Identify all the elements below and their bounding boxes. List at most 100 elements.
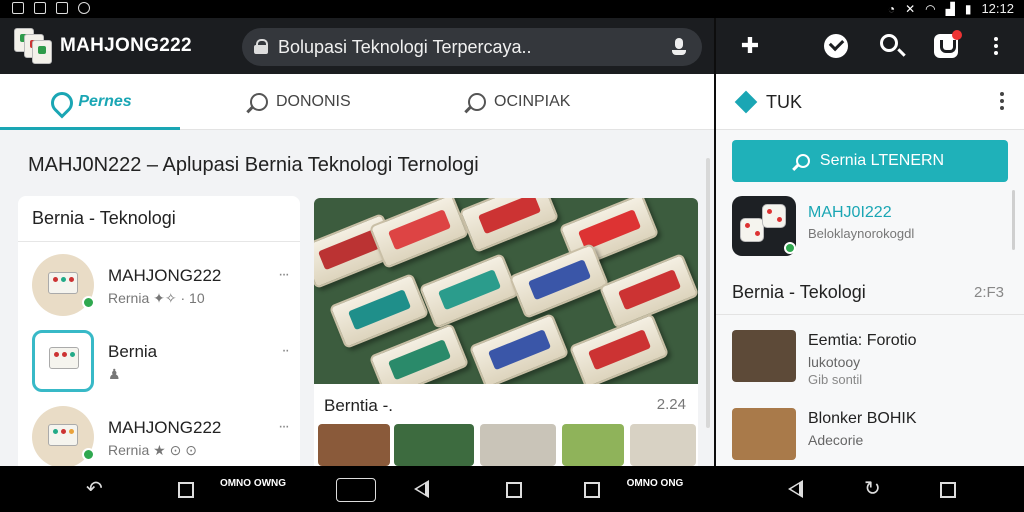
search-icon <box>468 93 486 111</box>
url-bar[interactable]: Bolupasi Teknologi Terpercaya.. <box>242 28 702 66</box>
thumbnail[interactable] <box>394 424 474 466</box>
more-options-icon[interactable]: ··· <box>278 266 290 284</box>
featured-mahjong-image[interactable] <box>314 198 698 384</box>
search-icon[interactable] <box>880 34 898 52</box>
online-badge <box>82 296 95 309</box>
recents-icon[interactable] <box>584 482 600 498</box>
back-icon[interactable] <box>788 480 804 498</box>
item-subtitle: Adecorie <box>808 432 864 448</box>
item-meta: Rernia ✦✧ · 10 <box>108 290 205 306</box>
scrollbar[interactable] <box>1012 190 1015 250</box>
verified-icon[interactable] <box>824 34 848 58</box>
status-bar: ◔ ✕ ◠ ▟ ▮ 12:12 <box>0 0 1024 18</box>
primary-action-button[interactable]: Sernia LTENERN <box>732 140 1008 182</box>
featured-caption: Berntia -. <box>324 396 393 415</box>
location-icon <box>48 92 70 112</box>
scrollbar[interactable] <box>706 158 710 428</box>
featured-caption-bar: Berntia -. 2.24 <box>314 384 698 424</box>
tab-label: OCINPIAK <box>494 93 571 110</box>
list-card: Bernia - Teknologi MAHJONG222 Rernia ✦✧ … <box>18 196 300 466</box>
tab-strip: Pernes DONONIS OCINPIAK <box>0 74 714 130</box>
tab-dononis[interactable]: DONONIS <box>250 74 351 130</box>
tab-label: Pernes <box>78 93 132 110</box>
more-options-icon[interactable] <box>1000 92 1004 110</box>
thumbnail[interactable] <box>562 424 624 466</box>
gallery-notification-icon <box>34 2 46 14</box>
photo-notification-icon <box>56 2 68 14</box>
screen: ◔ ✕ ◠ ▟ ▮ 12:12 MAHJONG222 Bolupasi Tekn… <box>0 0 1024 512</box>
home-gesture-icon[interactable]: ↻ <box>864 479 886 499</box>
notification-bag-icon[interactable] <box>934 30 962 58</box>
side-header-title: TUK <box>766 92 802 112</box>
side-pane: ✚ TUK Sernia LTENERN MAHJ0I222 Beloklayn… <box>716 18 1024 466</box>
url-text[interactable]: Bolupasi Teknologi Terpercaya.. <box>278 37 532 58</box>
item-name: Eemtia: Forotio <box>808 332 917 349</box>
divider <box>716 314 1024 315</box>
tab-pernes[interactable]: Pernes <box>0 74 180 130</box>
navigation-bar: ↶ OMNO OWNG OMNO ONG ↻ <box>0 466 1024 512</box>
active-tab-indicator <box>0 127 180 130</box>
signal-icon: ▟ <box>945 1 955 16</box>
clock: 12:12 <box>981 1 1014 16</box>
app-listing[interactable]: MAHJ0I222 Beloklaynorokogdl <box>732 196 1012 260</box>
list-item[interactable]: Bernia ♟ ·· <box>18 324 300 396</box>
page-title: MAHJ0N222 – Aplupasi Bernia Teknologi Te… <box>28 154 479 176</box>
more-options-icon[interactable]: ··· <box>278 418 290 436</box>
image-notification-icon <box>12 2 24 14</box>
thumbnail[interactable] <box>480 424 556 466</box>
game-logo[interactable]: OMNO ONG <box>620 478 690 504</box>
more-options-icon[interactable]: ·· <box>281 342 290 360</box>
item-thumbnail <box>732 408 796 460</box>
list-item[interactable]: Blonker BOHIK Adecorie <box>732 408 1012 468</box>
home-icon[interactable] <box>506 482 522 498</box>
menu-icon[interactable] <box>984 34 1008 58</box>
search-icon <box>795 154 810 168</box>
sync-notification-icon <box>78 2 90 14</box>
mahjong-logo-icon[interactable] <box>14 28 52 64</box>
list-item[interactable]: Eemtia: Forotio lukotooy Gib sontil <box>732 330 1012 390</box>
thumbnail[interactable] <box>630 424 696 466</box>
app-name: MAHJONG222 <box>60 35 192 56</box>
side-header: TUK <box>716 74 1024 130</box>
thumbnail-strip <box>314 424 698 466</box>
tab-label: DONONIS <box>276 93 351 110</box>
lock-icon <box>254 39 268 54</box>
side-toolbar: ✚ <box>716 18 1024 74</box>
item-name: MAHJONG222 <box>108 418 222 437</box>
online-badge <box>784 242 796 254</box>
app-name[interactable]: MAHJ0I222 <box>808 204 892 222</box>
avatar <box>32 330 94 392</box>
game-controller-icon[interactable] <box>336 478 376 502</box>
item-name: Bernia <box>108 342 158 361</box>
extensions-icon[interactable]: ✚ <box>738 34 762 58</box>
list-item[interactable]: MAHJONG222 Rernia ✦✧ · 10 ··· <box>18 248 300 320</box>
browser-toolbar: MAHJONG222 Bolupasi Teknologi Terpercaya… <box>0 18 714 74</box>
thumbnail[interactable] <box>318 424 390 466</box>
item-thumbnail <box>732 330 796 382</box>
button-label: Sernia LTENERN <box>819 152 945 169</box>
item-name: Blonker BOHIK <box>808 410 917 427</box>
online-badge <box>82 448 95 461</box>
browser-pane: MAHJONG222 Bolupasi Teknologi Terpercaya… <box>0 18 714 466</box>
featured-count: 2.24 <box>656 396 686 413</box>
section-title: Bernia - Tekologi <box>732 282 866 302</box>
item-meta: ♟ <box>108 366 121 382</box>
diamond-icon <box>734 90 758 114</box>
tab-ocinpiak[interactable]: OCINPIAK <box>468 74 570 130</box>
back-arrow-icon[interactable]: ↶ <box>86 479 108 499</box>
item-subtitle: lukotooy <box>808 354 861 370</box>
card-title: Bernia - Teknologi <box>32 208 176 228</box>
wifi-icon: ◠ <box>925 1 936 16</box>
recents-icon[interactable] <box>940 482 956 498</box>
voice-search-icon[interactable] <box>670 38 688 56</box>
item-name: MAHJONG222 <box>108 266 222 285</box>
back-icon[interactable] <box>414 480 430 498</box>
game-logo[interactable]: OMNO OWNG <box>218 478 288 504</box>
list-item[interactable]: MAHJONG222 Rernia ★ ⊙ ⊙ ··· <box>18 400 300 466</box>
item-meta: Gib sontil <box>808 372 863 387</box>
notification-dot <box>952 30 962 40</box>
overview-icon[interactable] <box>178 482 194 498</box>
battery-icon: ▮ <box>964 1 972 16</box>
system-icons: ◔ ✕ ◠ ▟ ▮ 12:12 <box>888 1 1014 16</box>
mute-icon: ✕ <box>905 1 916 16</box>
